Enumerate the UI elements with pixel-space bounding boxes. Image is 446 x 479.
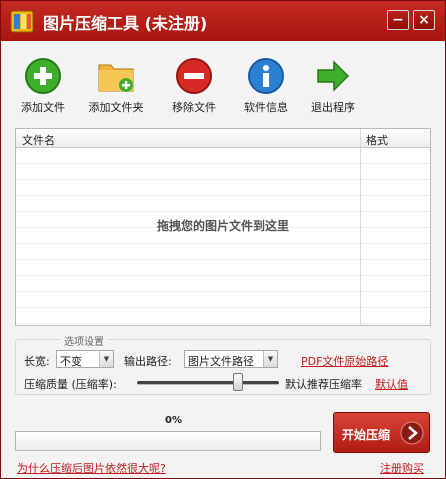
add-file-button[interactable]: 添加文件: [6, 57, 80, 117]
chevron-down-icon: ▼: [99, 351, 113, 367]
minimize-button[interactable]: −: [387, 10, 409, 30]
start-compress-label: 开始压缩: [342, 428, 391, 442]
add-file-label: 添加文件: [21, 101, 65, 114]
remove-file-button[interactable]: 移除文件: [157, 57, 231, 117]
app-window: 图片压缩工具 (未注册) − × 添加文件 添加文件夹 移除文件 软件信息 退出…: [0, 0, 446, 479]
quality-slider-thumb[interactable]: [232, 373, 243, 391]
minus-circle-icon: [176, 58, 212, 94]
register-buy-link[interactable]: 注册购买: [380, 460, 424, 476]
output-path-value: 图片文件路径: [188, 355, 254, 368]
software-info-label: 软件信息: [244, 101, 288, 114]
add-folder-label: 添加文件夹: [88, 101, 144, 114]
column-format[interactable]: 格式: [366, 132, 388, 148]
recommend-rate-text: 默认推荐压缩率: [285, 378, 362, 391]
add-folder-button[interactable]: 添加文件夹: [79, 57, 153, 117]
size-label: 长宽:: [24, 355, 50, 368]
quality-label: 压缩质量 (压缩率):: [24, 378, 117, 391]
size-select[interactable]: 不变 ▼: [56, 350, 114, 368]
output-path-label: 输出路径:: [124, 355, 172, 368]
drop-hint: 拖拽您的图片文件到这里: [156, 219, 289, 233]
faq-link[interactable]: 为什么压缩后图片依然很大呢?: [17, 460, 166, 476]
software-info-button[interactable]: 软件信息: [229, 57, 303, 117]
close-button[interactable]: ×: [413, 10, 435, 30]
plus-circle-icon: [25, 58, 61, 94]
window-title: 图片压缩工具 (未注册): [43, 14, 208, 33]
app-logo-icon: [10, 10, 34, 33]
file-list-header: 文件名 格式: [16, 129, 430, 148]
chevron-down-icon: ▼: [263, 351, 277, 367]
arrow-right-circle-icon: [400, 421, 424, 445]
pdf-original-path-link[interactable]: PDF文件原始路径: [301, 353, 388, 369]
start-compress-button[interactable]: 开始压缩: [333, 412, 430, 453]
close-icon: ×: [418, 12, 430, 28]
folder-add-icon: [98, 64, 134, 92]
info-icon: [248, 58, 284, 94]
exit-arrow-icon: [317, 60, 350, 92]
minimize-icon: −: [392, 12, 404, 28]
options-title: 选项设置: [60, 333, 108, 348]
file-list-rows: [16, 148, 430, 325]
output-path-select[interactable]: 图片文件路径 ▼: [184, 350, 278, 368]
exit-program-button[interactable]: 退出程序: [296, 57, 370, 117]
size-select-value: 不变: [60, 355, 82, 368]
remove-file-label: 移除文件: [172, 101, 216, 114]
default-value-link[interactable]: 默认值: [375, 376, 408, 392]
progress-bar: [15, 431, 321, 451]
progress-percent: 0%: [165, 415, 182, 426]
file-list[interactable]: 文件名 格式 拖拽您的图片文件到这里: [15, 128, 431, 326]
quality-slider-track[interactable]: [137, 381, 279, 385]
exit-program-label: 退出程序: [311, 101, 355, 114]
column-filename[interactable]: 文件名: [22, 132, 55, 148]
title-bar[interactable]: 图片压缩工具 (未注册) − ×: [1, 1, 445, 41]
options-group: 选项设置 长宽: 不变 ▼ 输出路径: 图片文件路径 ▼ PDF文件原始路径 压…: [15, 333, 431, 395]
